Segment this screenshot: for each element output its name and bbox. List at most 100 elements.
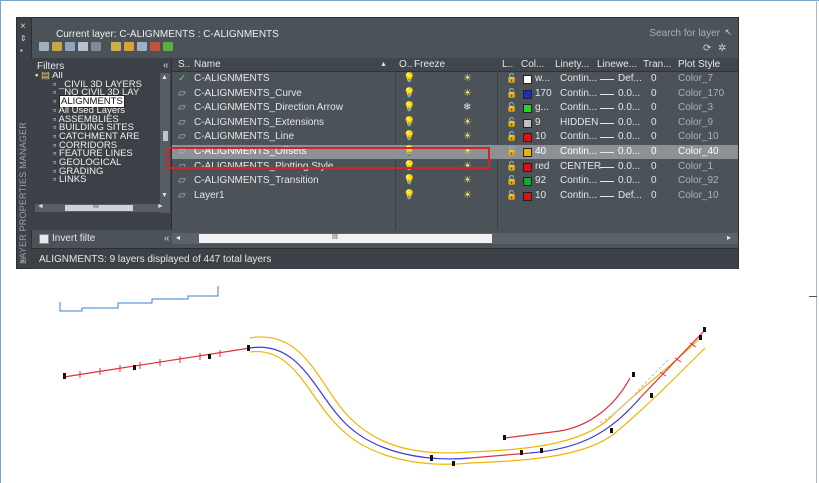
filters-hscroll-thumb[interactable] xyxy=(65,205,133,211)
scroll-left-icon[interactable]: ◂ xyxy=(176,233,180,242)
layer-lineweight[interactable]: 0.0... xyxy=(618,102,640,113)
layer-color[interactable]: 10 xyxy=(535,190,546,201)
offset-line-outer[interactable] xyxy=(249,336,701,454)
on-bulb-icon[interactable]: 💡 xyxy=(403,102,415,113)
scroll-right-icon[interactable]: ▸ xyxy=(727,233,731,242)
layer-color[interactable]: 92 xyxy=(535,175,546,186)
layer-row[interactable]: ✓ C-ALIGNMENTS 💡 ☀ 🔓 w... Contin... Def... 0 Colo… xyxy=(172,72,738,86)
on-bulb-icon[interactable]: 💡 xyxy=(403,117,415,128)
unused-layer-icon[interactable] xyxy=(78,42,88,51)
col-on[interactable]: O.. xyxy=(399,59,412,70)
layer-transparency[interactable]: 0 xyxy=(651,146,657,157)
search-layer-input[interactable]: Search for layer xyxy=(649,28,720,39)
color-swatch[interactable] xyxy=(523,162,532,172)
layer-color[interactable]: 10 xyxy=(535,131,546,142)
on-bulb-icon[interactable]: 💡 xyxy=(403,131,415,142)
filters-scroll-grip[interactable] xyxy=(163,131,168,141)
unreconciled-layer-icon[interactable] xyxy=(91,42,101,51)
layer-states-icon[interactable] xyxy=(65,42,75,51)
unlock-icon[interactable]: 🔓 xyxy=(506,161,517,172)
layer-row[interactable]: ▱ C-ALIGNMENTS_Transition 💡 ☀ 🔓 92 Contin... 0.… xyxy=(172,174,738,188)
layer-linetype[interactable]: CENTER xyxy=(560,161,601,172)
blue-polyline[interactable] xyxy=(59,286,219,312)
color-swatch[interactable] xyxy=(523,75,532,84)
set-current-icon[interactable] xyxy=(150,42,160,51)
layer-name[interactable]: C-ALIGNMENTS_Transition xyxy=(194,175,319,186)
layer-row[interactable]: ▱ Layer1 💡 ☀ 🔓 10 Contin... Def... 0 Color_10 xyxy=(172,189,738,203)
layer-lineweight[interactable]: Def... xyxy=(618,73,642,84)
thaw-sun-icon[interactable]: ☀ xyxy=(463,117,472,128)
thaw-sun-icon[interactable]: ☀ xyxy=(463,131,472,142)
layer-transparency[interactable]: 0 xyxy=(651,161,657,172)
new-layer-vp-frozen-icon[interactable] xyxy=(124,42,134,51)
layer-row[interactable]: ▱ C-ALIGNMENTS_Direction Arrow 💡 ❄ 🔓 g... Cont… xyxy=(172,101,738,115)
layer-transparency[interactable]: 0 xyxy=(651,131,657,142)
layer-lineweight[interactable]: 0.0... xyxy=(618,117,640,128)
filters-vertical-scrollbar[interactable]: ▲ ▼ xyxy=(160,73,170,213)
thaw-sun-icon[interactable]: ☀ xyxy=(463,175,472,186)
layer-transparency[interactable]: 0 xyxy=(651,190,657,201)
color-swatch[interactable] xyxy=(523,148,532,157)
on-bulb-icon[interactable]: 💡 xyxy=(403,175,415,186)
layer-color[interactable]: 40 xyxy=(535,146,546,157)
close-icon[interactable]: × xyxy=(20,21,26,32)
thaw-sun-icon[interactable]: ☀ xyxy=(463,88,472,99)
new-group-filter-icon[interactable] xyxy=(52,42,62,51)
col-color[interactable]: Col... xyxy=(521,59,544,70)
color-swatch[interactable] xyxy=(523,104,532,114)
color-swatch[interactable] xyxy=(523,133,532,143)
new-layer-icon[interactable] xyxy=(111,42,121,51)
col-plot-style[interactable]: Plot Style xyxy=(678,59,720,70)
properties-icon[interactable]: ▪ xyxy=(20,46,23,55)
layer-color[interactable]: red xyxy=(535,161,549,172)
layer-lineweight[interactable]: 0.0... xyxy=(618,146,640,157)
col-freeze[interactable]: Freeze xyxy=(414,59,445,70)
layer-row[interactable]: ▱ C-ALIGNMENTS_Curve 💡 ☀ 🔓 170 Contin... 0.0...… xyxy=(172,87,738,101)
color-swatch[interactable] xyxy=(523,89,532,99)
new-property-filter-icon[interactable] xyxy=(39,42,49,51)
layer-color[interactable]: w... xyxy=(535,73,550,84)
resize-grip-icon[interactable]: ≡ xyxy=(20,256,25,265)
unlock-icon[interactable]: 🔓 xyxy=(506,117,517,128)
alignment-tangent-right[interactable] xyxy=(639,329,706,399)
set-current-check-icon[interactable] xyxy=(163,42,173,51)
layer-lineweight[interactable]: 0.0... xyxy=(618,131,640,142)
thaw-sun-icon[interactable]: ☀ xyxy=(463,73,472,84)
alignment-curve[interactable] xyxy=(249,346,471,460)
layer-row[interactable]: ▱ C-ALIGNMENTS_Extensions 💡 ☀ 🔓 9 HIDDEN 0.0...… xyxy=(172,116,738,130)
layer-linetype[interactable]: Contin... xyxy=(560,190,597,201)
search-icon[interactable]: ↖ xyxy=(724,27,732,38)
layer-lineweight[interactable]: Def... xyxy=(618,190,642,201)
refresh-icon[interactable]: ⟳ xyxy=(703,43,711,54)
layer-linetype[interactable]: Contin... xyxy=(560,175,597,186)
on-bulb-icon[interactable]: 💡 xyxy=(403,73,415,84)
unlock-icon[interactable]: 🔓 xyxy=(506,175,517,186)
col-lineweight[interactable]: Linewe... xyxy=(597,59,637,70)
layer-transparency[interactable]: 0 xyxy=(651,102,657,113)
layer-linetype[interactable]: Contin... xyxy=(560,146,597,157)
layer-transparency[interactable]: 0 xyxy=(651,117,657,128)
layer-name[interactable]: C-ALIGNMENTS xyxy=(194,73,270,84)
unlock-icon[interactable]: 🔓 xyxy=(506,88,517,99)
alignment-tangent-left[interactable] xyxy=(63,347,251,378)
layer-color[interactable]: g... xyxy=(535,102,549,113)
unlock-icon[interactable]: 🔓 xyxy=(506,146,517,157)
layer-linetype[interactable]: HIDDEN xyxy=(560,117,598,128)
col-lock[interactable]: L.. xyxy=(502,59,513,70)
filters-horizontal-scrollbar[interactable]: ◄ III ► xyxy=(35,203,167,212)
layer-transparency[interactable]: 0 xyxy=(651,73,657,84)
layer-color[interactable]: 9 xyxy=(535,117,541,128)
layer-name[interactable]: Layer1 xyxy=(194,190,225,201)
on-bulb-icon[interactable]: 💡 xyxy=(403,88,415,99)
col-name[interactable]: Name xyxy=(194,59,221,70)
layer-name[interactable]: C-ALIGNMENTS_Line xyxy=(194,131,294,142)
on-bulb-icon[interactable]: 💡 xyxy=(403,190,415,201)
frozen-snowflake-icon[interactable]: ❄ xyxy=(463,102,471,113)
layer-color[interactable]: 170 xyxy=(535,88,552,99)
unlock-icon[interactable]: 🔓 xyxy=(506,190,517,201)
settings-gear-icon[interactable]: ✲ xyxy=(718,43,726,54)
layer-linetype[interactable]: Contin... xyxy=(560,88,597,99)
invert-filter-checkbox[interactable] xyxy=(39,234,49,244)
extension-line[interactable] xyxy=(599,357,671,424)
layer-linetype[interactable]: Contin... xyxy=(560,131,597,142)
